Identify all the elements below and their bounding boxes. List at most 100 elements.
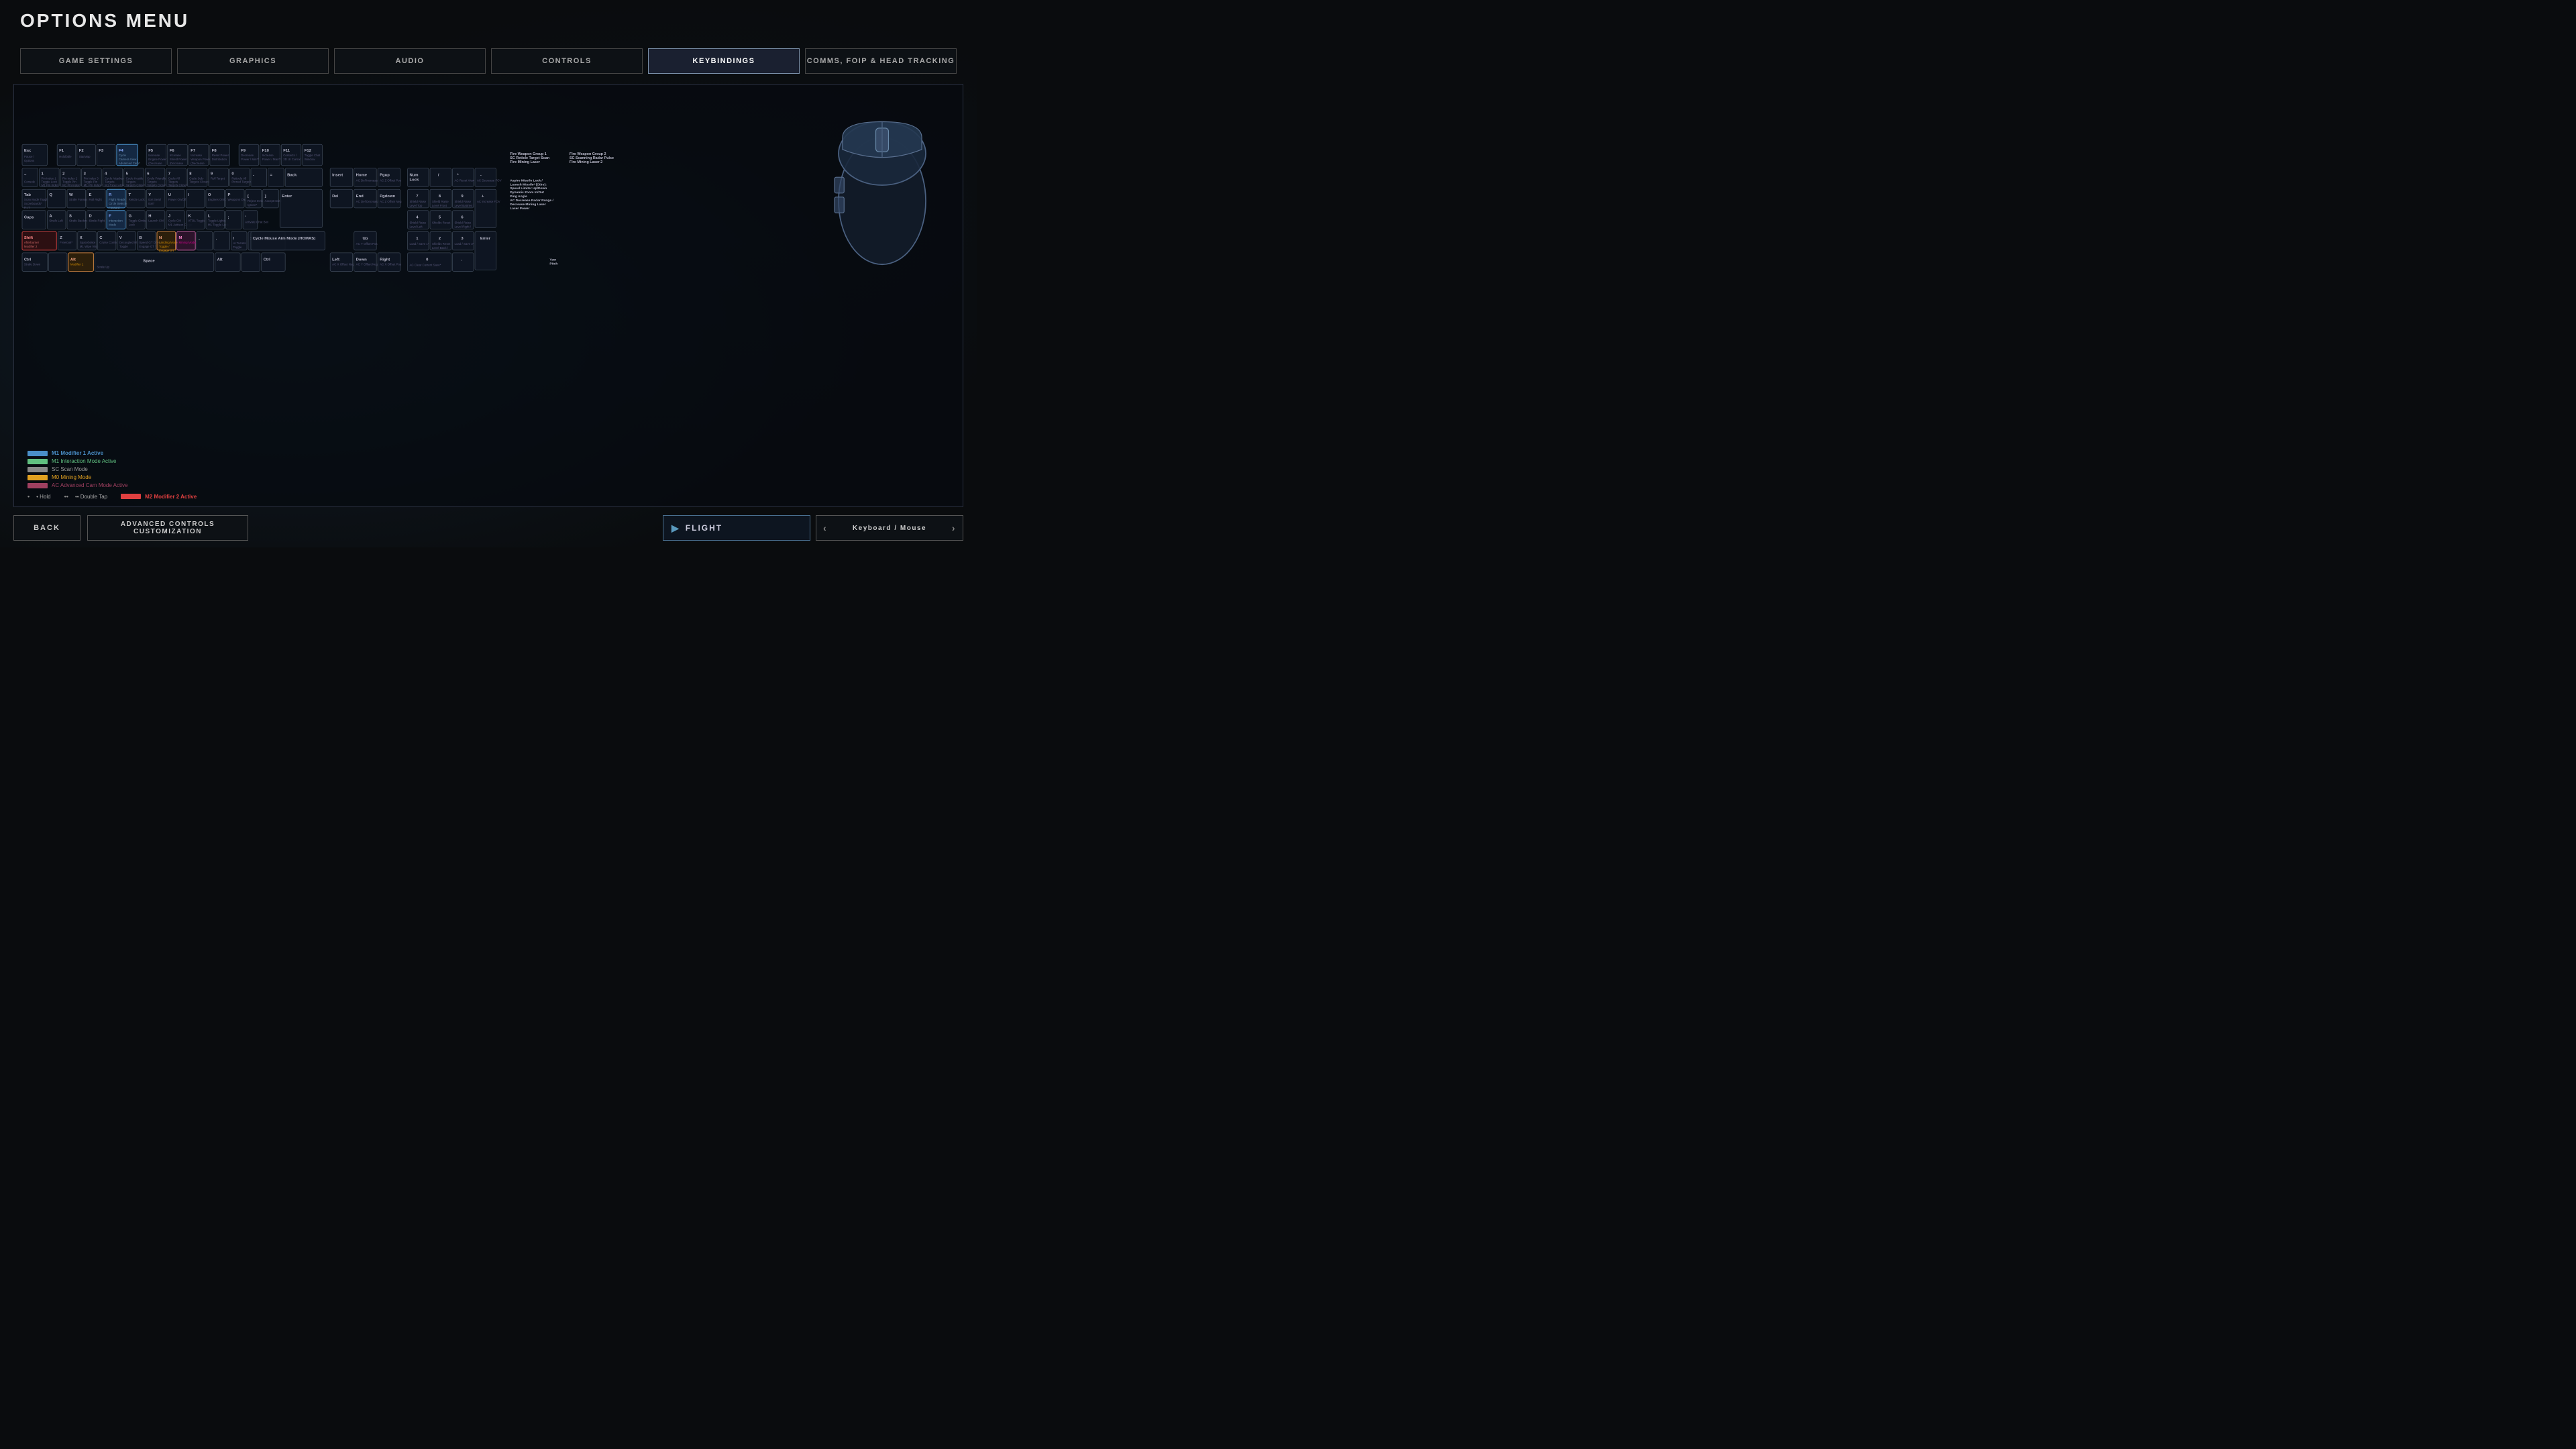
svg-text:F11: F11 <box>283 149 290 153</box>
svg-text:Forward: Forward <box>109 206 120 209</box>
svg-text:K: K <box>188 215 191 219</box>
svg-text:Activate Chat Box: Activate Chat Box <box>245 221 269 224</box>
mouse-diagram <box>815 98 949 272</box>
svg-text:Afterburner: Afterburner <box>24 241 40 244</box>
tab-controls[interactable]: CONTROLS <box>491 48 643 74</box>
svg-text:Toggle /: Toggle / <box>159 245 170 248</box>
legend-m1sub: M1 Interaction Mode Active <box>52 458 117 464</box>
svg-text:Home: Home <box>356 174 368 178</box>
svg-text:Left: Left <box>332 258 339 262</box>
svg-text:Spacebrake: Spacebrake <box>80 241 96 244</box>
svg-text:Y: Y <box>148 193 151 197</box>
svg-text:Modifier 2: Modifier 2 <box>24 245 38 248</box>
svg-text:AC Z Offset Pos: AC Z Offset Pos <box>380 178 402 182</box>
svg-text:Ctrl: Ctrl <box>24 258 32 262</box>
svg-text:F10: F10 <box>262 149 270 153</box>
svg-text:Roll Right: Roll Right <box>89 198 103 201</box>
svg-text:Space: Space <box>143 260 155 264</box>
tab-keybindings[interactable]: KEYBINDINGS <box>648 48 800 74</box>
svg-text:Alt: Alt <box>70 258 76 262</box>
svg-text:AC Z Offset Neg: AC Z Offset Neg <box>380 200 402 203</box>
svg-text:Shift: Shift <box>24 236 33 240</box>
svg-text:Toggle Gimbal: Toggle Gimbal <box>129 219 148 223</box>
svg-text:Del: Del <box>332 195 339 199</box>
svg-text:Laser Power: Laser Power <box>510 207 529 211</box>
svg-text:Engage GT *: Engage GT * <box>159 249 176 252</box>
svg-text:Exit Seat/: Exit Seat/ <box>148 198 162 201</box>
svg-text:Ping Angle: Ping Angle <box>510 195 527 199</box>
svg-text:2D UI Cursor: 2D UI Cursor <box>283 158 301 161</box>
svg-text:Level Battries /: Level Battries / <box>454 204 474 207</box>
svg-text:Level Right /: Level Right / <box>454 225 471 228</box>
svg-text:S: S <box>69 215 72 219</box>
svg-text:Launch Missile* (Ctlrs):: Launch Missile* (Ctlrs): <box>510 182 547 186</box>
svg-text:(Decrease: (Decrease <box>170 162 184 165</box>
svg-text:Pgdown: Pgdown <box>380 195 395 199</box>
legend-m1: M1 Modifier 1 Active <box>52 450 103 456</box>
svg-text:Fire Mining Laser: Fire Mining Laser <box>510 160 541 164</box>
svg-text:C: C <box>99 236 103 240</box>
svg-text:(Decrease: (Decrease <box>148 162 162 165</box>
svg-text:F12: F12 <box>305 149 312 153</box>
flight-label: FLIGHT <box>686 523 722 533</box>
svg-text:Lock: Lock <box>129 223 136 226</box>
right-arrow-icon: › <box>952 523 956 533</box>
svg-text:Accept Invite: Accept Invite <box>265 199 282 203</box>
legend-m2: M2 Modifier 2 Active <box>145 494 197 500</box>
svg-text:Advanced Cam*: Advanced Cam* <box>119 162 140 165</box>
svg-text:Q: Q <box>49 193 52 197</box>
svg-text:F8: F8 <box>212 149 217 153</box>
svg-text:Back: Back <box>287 174 297 178</box>
svg-text:Flight Reads: Flight Reads <box>109 198 126 201</box>
svg-text:Targets Closest: Targets Closest <box>168 183 189 186</box>
tab-audio[interactable]: AUDIO <box>334 48 486 74</box>
svg-text:Dynamic Zoom In/Out: Dynamic Zoom In/Out <box>510 191 544 195</box>
svg-text:Distribution: Distribution <box>212 158 227 161</box>
svg-text:Launch CM: Launch CM <box>148 219 164 223</box>
keyboard-diagram: .k { fill: rgba(15,22,35,0.9); stroke: #… <box>21 95 748 443</box>
tab-comms[interactable]: COMMS, FOIP & HEAD TRACKING <box>805 48 957 74</box>
svg-text:Engage GT *: Engage GT * <box>139 245 156 248</box>
advanced-controls-button[interactable]: ADVANCED CONTROLS CUSTOMIZATION <box>87 515 248 541</box>
svg-text:B: B <box>139 236 142 240</box>
svg-text:Strafe Down: Strafe Down <box>24 263 41 266</box>
svg-text:M1 Pin Index 2: M1 Pin Index 2 <box>62 183 83 186</box>
svg-text:AC Y Offset Pos: AC Y Offset Pos <box>356 242 378 246</box>
svg-text:Level Top: Level Top <box>409 204 422 207</box>
svg-text:Cruise Control: Cruise Control <box>99 241 118 244</box>
svg-text:Z: Z <box>60 236 62 240</box>
svg-text:StarMap: StarMap <box>79 155 91 158</box>
tab-graphics[interactable]: GRAPHICS <box>177 48 329 74</box>
svg-text:P: P <box>227 193 230 197</box>
svg-text:Shield Raise: Shield Raise <box>454 221 471 224</box>
keyboard-mouse-label: Keyboard / Mouse <box>853 525 926 532</box>
svg-text:]: ] <box>265 195 266 199</box>
legend-sc: SC Scan Mode <box>52 466 88 472</box>
back-button[interactable]: BACK <box>13 515 80 541</box>
svg-text:Pause /: Pause / <box>24 155 35 158</box>
flight-mode-button[interactable]: ▶ FLIGHT <box>663 515 810 541</box>
svg-text:Shield Raise: Shield Raise <box>409 200 426 203</box>
svg-text:F4: F4 <box>119 149 124 153</box>
svg-text:Lock: Lock <box>409 178 419 182</box>
svg-text:Freelook*: Freelook* <box>60 241 72 244</box>
svg-text:Options: Options <box>24 159 35 162</box>
svg-text:(Decrease: (Decrease <box>191 162 205 165</box>
svg-text:R: R <box>109 193 112 197</box>
svg-text:Strafe Forward: Strafe Forward <box>69 198 89 201</box>
tab-game-settings[interactable]: GAME SETTINGS <box>20 48 172 74</box>
svg-text:AC Decrease Radar Range /: AC Decrease Radar Range / <box>510 199 553 203</box>
svg-text:AC Def Increase: AC Def Increase <box>356 178 378 182</box>
legend-ac: AC Advanced Cam Mode Active <box>52 482 127 488</box>
svg-text:A: A <box>49 215 52 219</box>
svg-text:Toggle: Toggle <box>119 245 129 248</box>
svg-text:Targets Closest: Targets Closest <box>189 180 210 183</box>
svg-text:Shields Reset: Shields Reset <box>432 242 451 246</box>
svg-text:Ignore*: Ignore* <box>248 203 258 207</box>
svg-text:Ctrl: Ctrl <box>264 258 271 262</box>
svg-text:M: M <box>179 236 182 240</box>
keyboard-mouse-button[interactable]: ‹ Keyboard / Mouse › <box>816 515 963 541</box>
svg-text:H: H <box>148 215 151 219</box>
svg-text:Roll Target: Roll Target <box>211 176 225 180</box>
svg-text:O: O <box>208 193 211 197</box>
